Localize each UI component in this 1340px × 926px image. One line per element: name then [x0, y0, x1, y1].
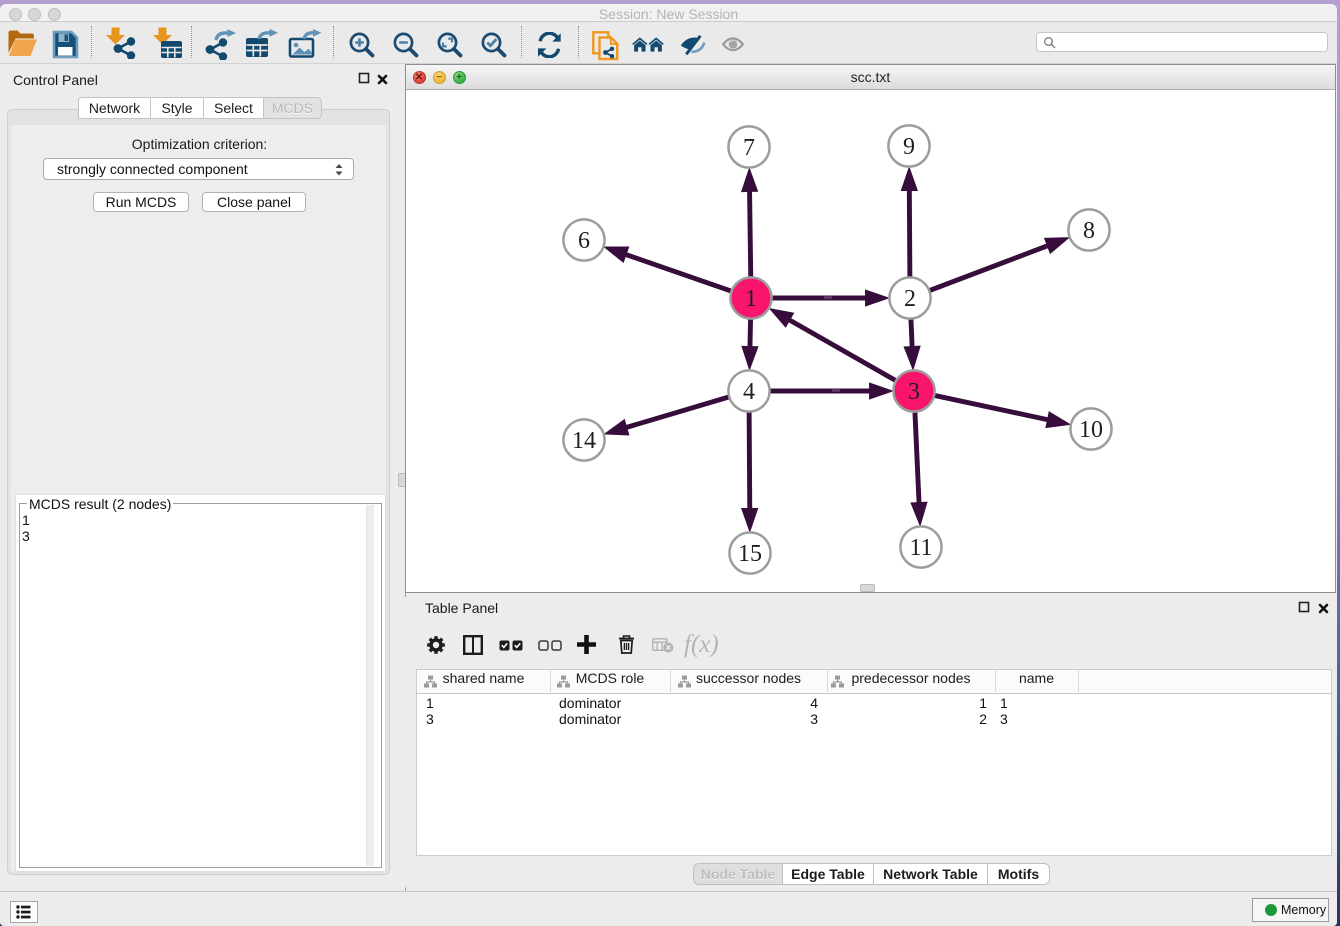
svg-text:7: 7 [743, 135, 755, 161]
svg-text:15: 15 [738, 541, 762, 567]
svg-text:8: 8 [1083, 218, 1095, 244]
svg-text:3: 3 [908, 379, 920, 405]
svg-text:14: 14 [572, 428, 596, 454]
svg-text:1: 1 [745, 286, 757, 312]
svg-text:11: 11 [909, 535, 932, 561]
svg-text:9: 9 [903, 134, 915, 160]
svg-text:6: 6 [578, 228, 590, 254]
svg-text:10: 10 [1079, 417, 1103, 443]
svg-text:4: 4 [743, 379, 755, 405]
svg-text:2: 2 [904, 286, 916, 312]
